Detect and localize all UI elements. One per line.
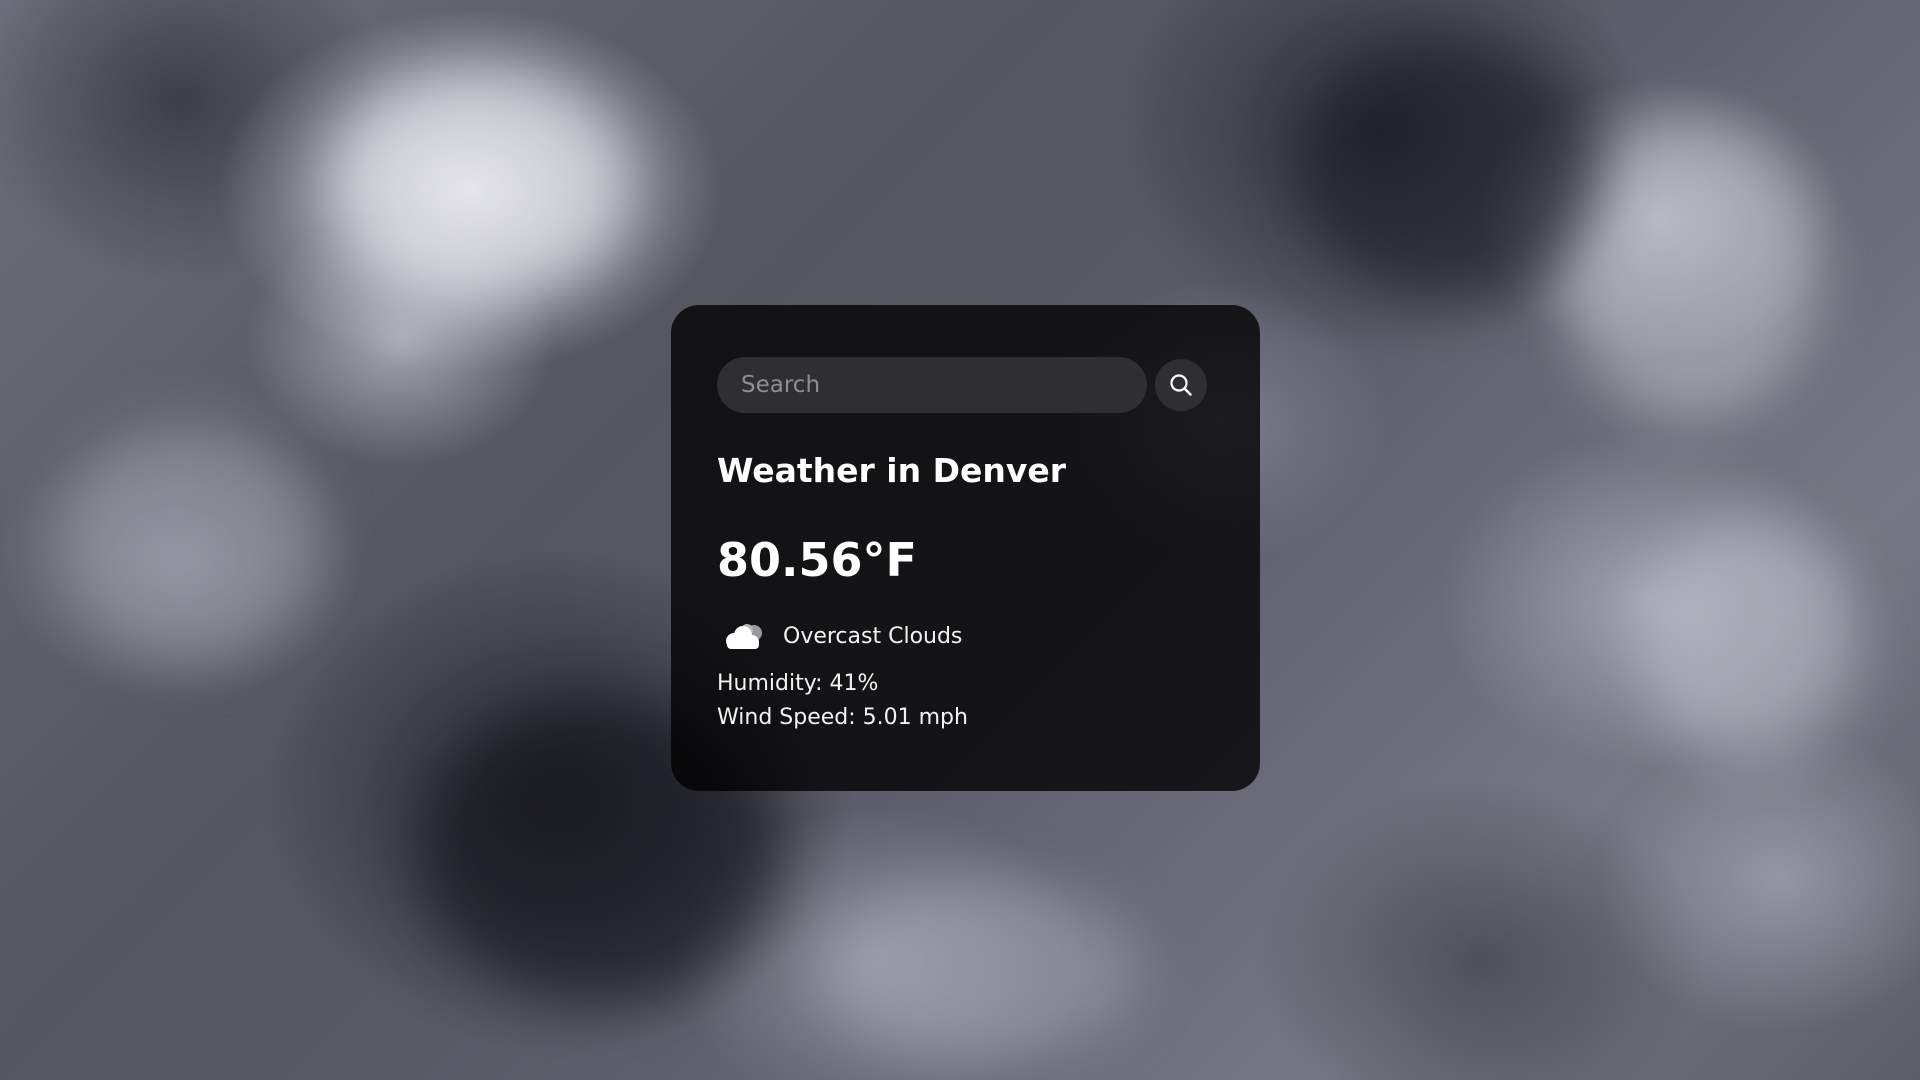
- cloud-icon: [726, 624, 762, 649]
- city-title: Weather in Denver: [717, 451, 1067, 490]
- weather-condition: Overcast Clouds: [717, 617, 1214, 657]
- temperature-value: 80.56°F: [717, 533, 917, 587]
- cloud-puff: [330, 70, 630, 300]
- condition-label: Overcast Clouds: [783, 624, 963, 649]
- humidity-label: Humidity: 41%: [717, 671, 879, 696]
- cloud-puff: [1640, 520, 1860, 760]
- search-icon: [1170, 374, 1192, 396]
- cloud-puff: [1300, 40, 1600, 300]
- cloud-puff: [820, 880, 1140, 1060]
- search-bar: [717, 357, 1214, 413]
- cloud-puff: [60, 420, 320, 660]
- wind-speed-label: Wind Speed: 5.01 mph: [717, 705, 968, 730]
- search-input[interactable]: [717, 357, 1147, 413]
- search-button[interactable]: [1155, 359, 1207, 411]
- weather-card: Weather in Denver 80.56°F Overcast Cloud…: [671, 305, 1260, 791]
